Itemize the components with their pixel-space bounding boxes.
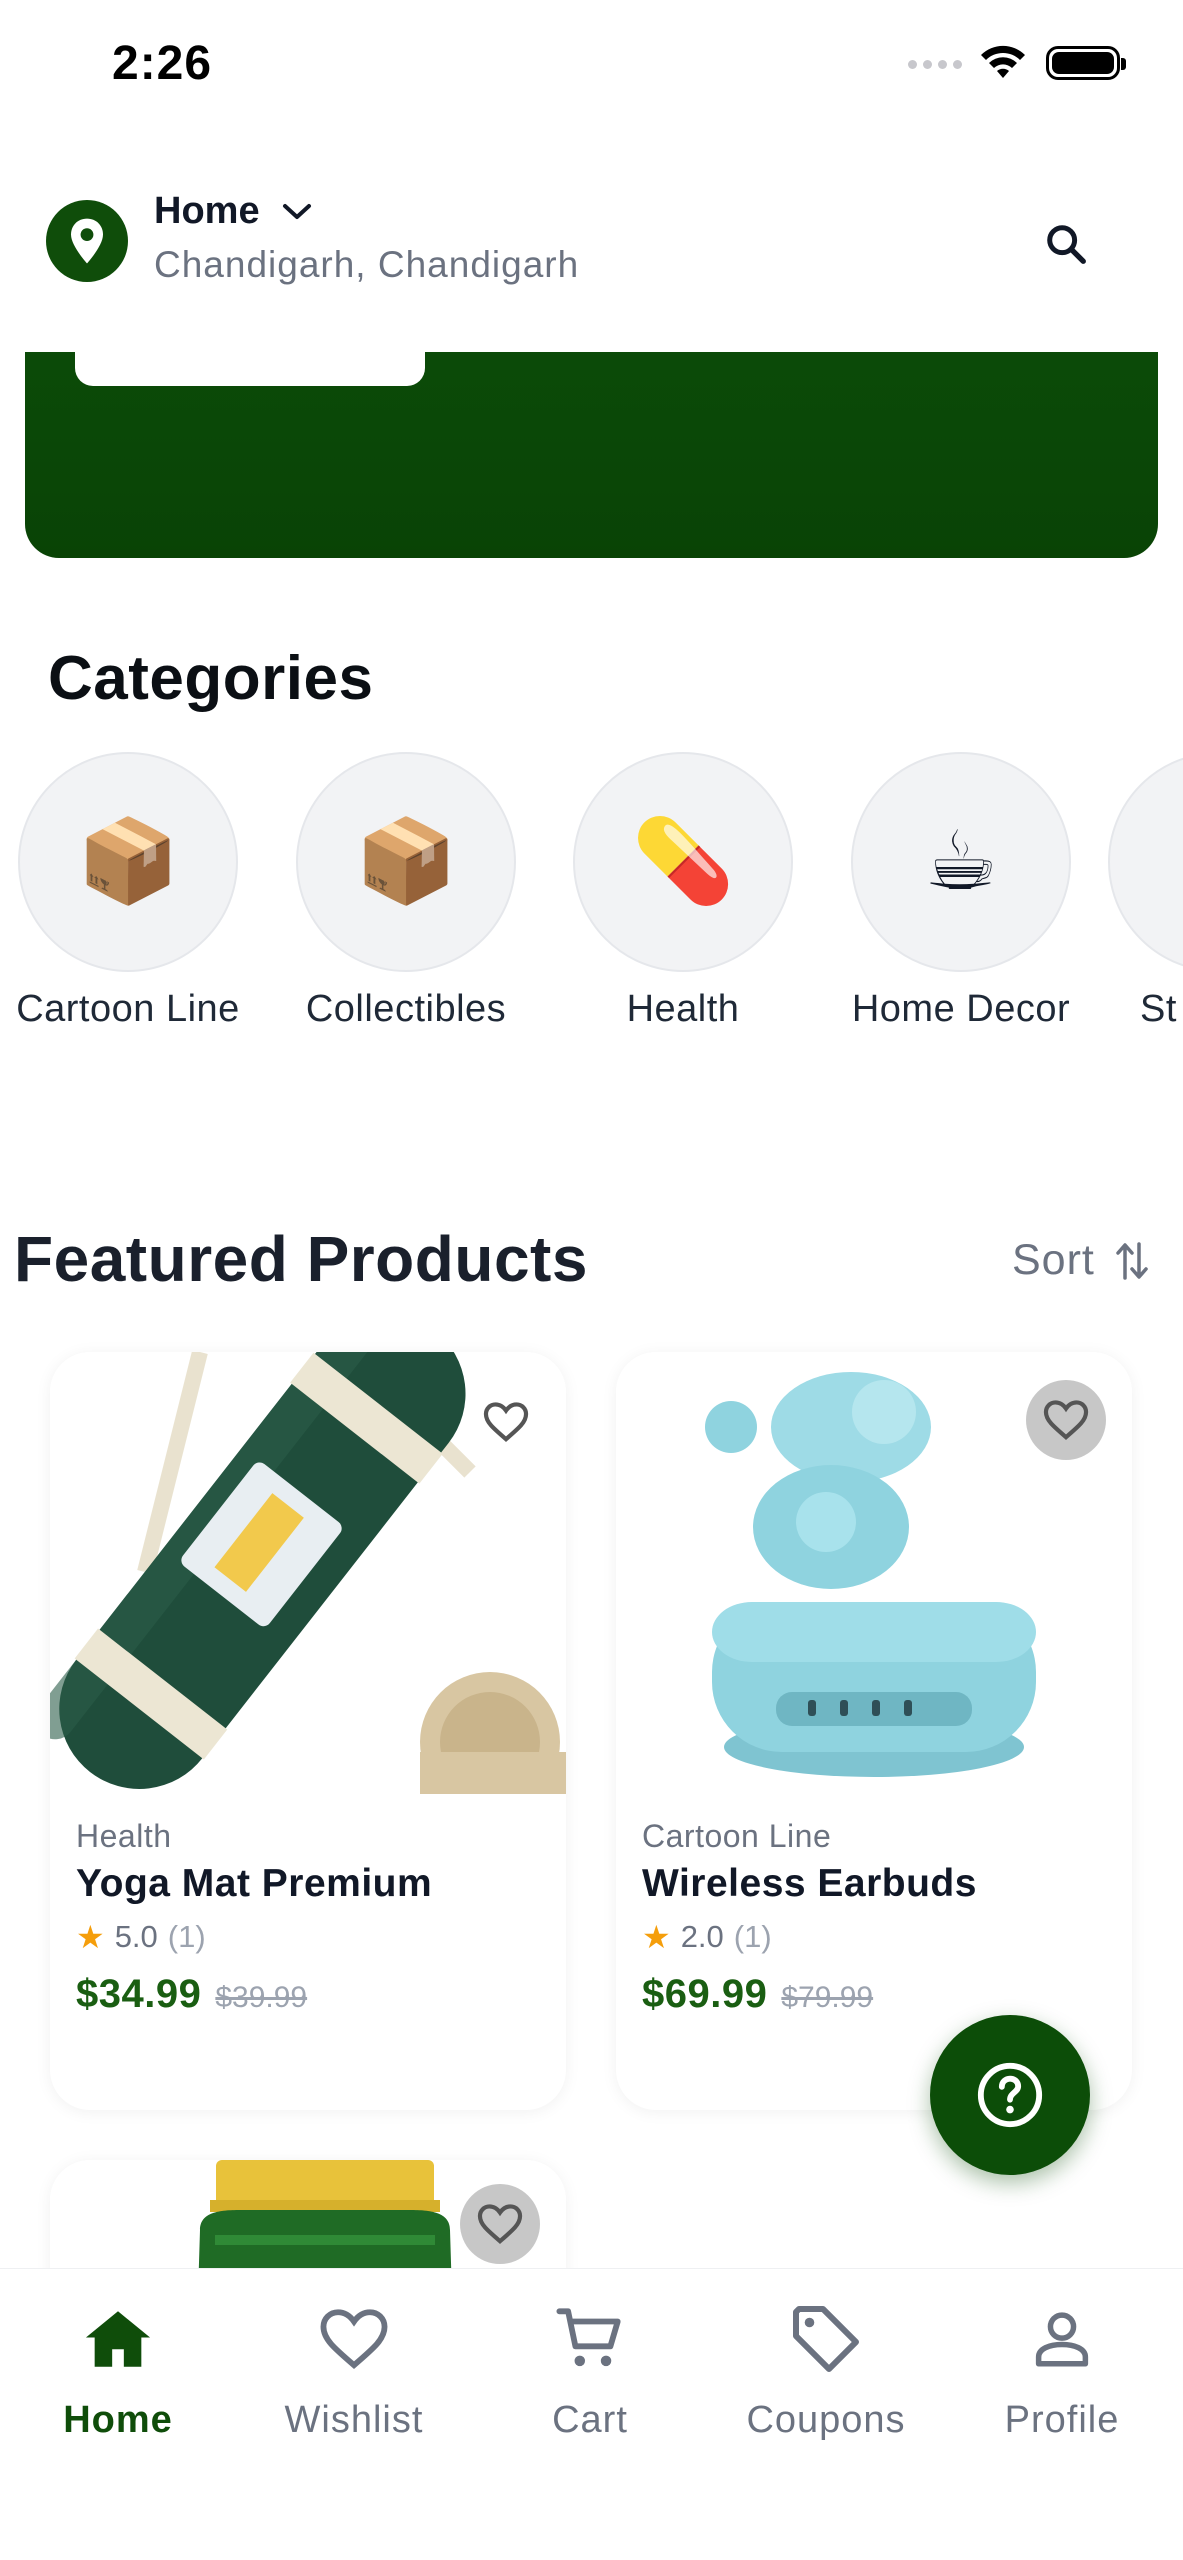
heart-outline-icon xyxy=(1043,1400,1089,1440)
star-icon: ★ xyxy=(642,1919,671,1955)
tag-icon xyxy=(708,2299,944,2379)
star-icon: ★ xyxy=(76,1919,105,1955)
chevron-down-icon xyxy=(282,203,311,219)
bottom-navigation: Home Wishlist Cart Coupons Profile xyxy=(0,2268,1183,2560)
product-rating: ★ 5.0 (1) xyxy=(76,1919,206,1955)
box-icon: 📦 xyxy=(18,752,238,972)
heart-icon xyxy=(236,2299,472,2379)
wifi-icon xyxy=(978,42,1028,87)
signal-icon xyxy=(908,60,962,69)
wishlist-button[interactable] xyxy=(466,1382,546,1462)
product-price: $34.99 $39.99 xyxy=(76,1972,307,2017)
nav-wishlist[interactable]: Wishlist xyxy=(236,2299,472,2442)
home-icon xyxy=(0,2299,236,2379)
status-bar: 2:26 xyxy=(0,0,1183,130)
category-item-cartoon-line[interactable]: 📦 Cartoon Line xyxy=(0,752,258,1031)
original-price: $79.99 xyxy=(781,1981,874,2014)
product-card[interactable]: Cartoon Line Wireless Earbuds ★ 2.0 (1) … xyxy=(616,1352,1132,2110)
sort-label: Sort xyxy=(1012,1236,1095,1284)
search-icon xyxy=(1047,225,1086,264)
search-button[interactable] xyxy=(1036,214,1096,274)
original-price: $39.99 xyxy=(215,1981,308,2014)
status-time: 2:26 xyxy=(112,37,213,90)
box-icon: 📦 xyxy=(296,752,516,972)
product-card[interactable]: Health Yoga Mat Premium ★ 5.0 (1) $34.99… xyxy=(50,1352,566,2110)
featured-products-title: Featured Products xyxy=(14,1223,588,1295)
nav-cart[interactable]: Cart xyxy=(472,2299,708,2442)
battery-icon xyxy=(1046,46,1126,80)
category-label: St xyxy=(1140,988,1177,1030)
help-icon xyxy=(977,2062,1043,2128)
nav-profile[interactable]: Profile xyxy=(944,2299,1180,2442)
location-pin-icon[interactable] xyxy=(46,200,128,282)
category-label: Health xyxy=(626,988,740,1030)
category-item-partial[interactable]: St xyxy=(1108,752,1183,1031)
person-icon xyxy=(944,2299,1180,2379)
category-label: Home Decor xyxy=(851,988,1071,1030)
location-title: Home xyxy=(154,190,260,232)
sort-button[interactable]: Sort xyxy=(1012,1236,1149,1285)
pill-icon: 💊 xyxy=(573,752,793,972)
product-category: Health xyxy=(76,1818,172,1854)
categories-title: Categories xyxy=(48,644,374,713)
product-name: Wireless Earbuds xyxy=(642,1862,977,1905)
coffee-cup-icon: ☕ xyxy=(851,752,1071,972)
location-selector[interactable]: Home xyxy=(154,190,312,233)
location-header: Home Chandigarh, Chandigarh xyxy=(0,130,1183,352)
cart-icon xyxy=(472,2299,708,2379)
product-name: Yoga Mat Premium xyxy=(76,1862,433,1905)
category-label: Collectibles xyxy=(305,988,507,1030)
nav-home[interactable]: Home xyxy=(0,2299,236,2442)
product-rating: ★ 2.0 (1) xyxy=(642,1919,772,1955)
nav-coupons[interactable]: Coupons xyxy=(708,2299,944,2442)
current-price: $69.99 xyxy=(642,1972,768,2016)
product-category: Cartoon Line xyxy=(642,1818,832,1854)
category-item-collectibles[interactable]: 📦 Collectibles xyxy=(276,752,536,1031)
category-item-health[interactable]: 💊 Health xyxy=(553,752,813,1031)
category-label: Cartoon Line xyxy=(16,988,240,1030)
current-price: $34.99 xyxy=(76,1972,202,2016)
category-item-home-decor[interactable]: ☕ Home Decor xyxy=(831,752,1091,1031)
location-subtitle: Chandigarh, Chandigarh xyxy=(154,244,580,285)
heart-outline-icon xyxy=(483,1402,529,1442)
category-icon xyxy=(1108,752,1183,972)
wishlist-button[interactable] xyxy=(460,2184,540,2264)
product-price: $69.99 $79.99 xyxy=(642,1972,873,2017)
help-button[interactable] xyxy=(930,2015,1090,2175)
heart-outline-icon xyxy=(477,2204,523,2244)
sort-arrows-icon xyxy=(1116,1241,1148,1280)
wishlist-button[interactable] xyxy=(1026,1380,1106,1460)
